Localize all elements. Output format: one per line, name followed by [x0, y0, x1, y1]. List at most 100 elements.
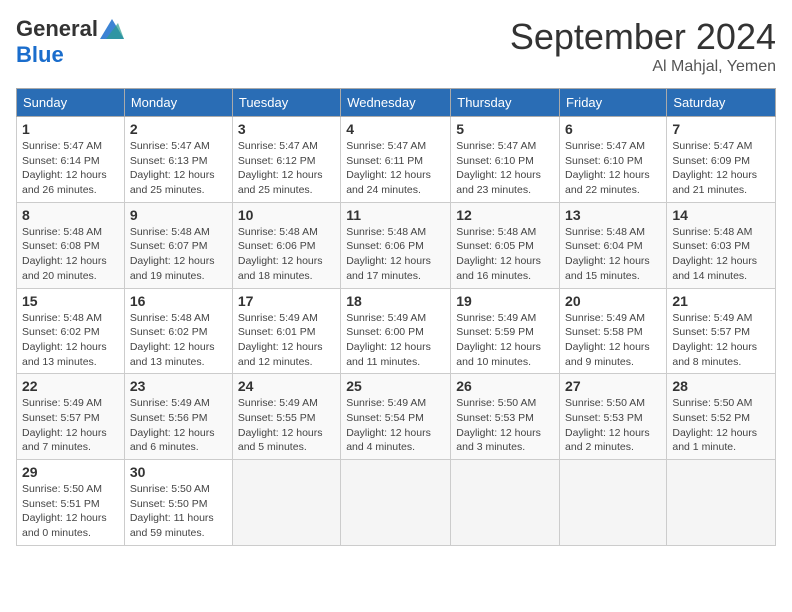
daylight: Daylight: 12 hours and 5 minutes.	[238, 427, 323, 454]
calendar-week-row: 22 Sunrise: 5:49 AM Sunset: 5:57 PM Dayl…	[17, 374, 776, 460]
day-info: Sunrise: 5:47 AM Sunset: 6:13 PM Dayligh…	[130, 139, 227, 198]
day-info: Sunrise: 5:47 AM Sunset: 6:14 PM Dayligh…	[22, 139, 119, 198]
daylight: Daylight: 12 hours and 25 minutes.	[238, 169, 323, 196]
sunrise: Sunrise: 5:49 AM	[238, 312, 318, 324]
sunset: Sunset: 5:57 PM	[672, 326, 750, 338]
col-thursday: Thursday	[451, 89, 560, 117]
sunrise: Sunrise: 5:49 AM	[565, 312, 645, 324]
table-row: 21 Sunrise: 5:49 AM Sunset: 5:57 PM Dayl…	[667, 288, 776, 374]
table-row: 11 Sunrise: 5:48 AM Sunset: 6:06 PM Dayl…	[341, 202, 451, 288]
day-info: Sunrise: 5:48 AM Sunset: 6:07 PM Dayligh…	[130, 225, 227, 284]
day-number: 14	[672, 207, 770, 223]
col-sunday: Sunday	[17, 89, 125, 117]
day-info: Sunrise: 5:49 AM Sunset: 6:00 PM Dayligh…	[346, 311, 445, 370]
logo-blue: Blue	[16, 42, 64, 68]
table-row: 2 Sunrise: 5:47 AM Sunset: 6:13 PM Dayli…	[124, 117, 232, 203]
day-number: 26	[456, 378, 554, 394]
day-info: Sunrise: 5:49 AM Sunset: 5:56 PM Dayligh…	[130, 396, 227, 455]
sunset: Sunset: 6:02 PM	[22, 326, 100, 338]
sunset: Sunset: 5:59 PM	[456, 326, 534, 338]
day-info: Sunrise: 5:50 AM Sunset: 5:51 PM Dayligh…	[22, 482, 119, 541]
daylight: Daylight: 12 hours and 19 minutes.	[130, 255, 215, 282]
calendar-week-row: 1 Sunrise: 5:47 AM Sunset: 6:14 PM Dayli…	[17, 117, 776, 203]
day-info: Sunrise: 5:47 AM Sunset: 6:10 PM Dayligh…	[565, 139, 661, 198]
table-row: 7 Sunrise: 5:47 AM Sunset: 6:09 PM Dayli…	[667, 117, 776, 203]
day-info: Sunrise: 5:50 AM Sunset: 5:53 PM Dayligh…	[565, 396, 661, 455]
logo-general: General	[16, 16, 98, 42]
col-saturday: Saturday	[667, 89, 776, 117]
table-row: 15 Sunrise: 5:48 AM Sunset: 6:02 PM Dayl…	[17, 288, 125, 374]
sunset: Sunset: 5:52 PM	[672, 412, 750, 424]
day-info: Sunrise: 5:49 AM Sunset: 5:57 PM Dayligh…	[672, 311, 770, 370]
sunrise: Sunrise: 5:49 AM	[346, 397, 426, 409]
day-info: Sunrise: 5:47 AM Sunset: 6:10 PM Dayligh…	[456, 139, 554, 198]
sunrise: Sunrise: 5:47 AM	[346, 140, 426, 152]
sunset: Sunset: 6:07 PM	[130, 240, 208, 252]
sunset: Sunset: 6:04 PM	[565, 240, 643, 252]
daylight: Daylight: 12 hours and 17 minutes.	[346, 255, 431, 282]
sunset: Sunset: 6:12 PM	[238, 155, 316, 167]
table-row: 29 Sunrise: 5:50 AM Sunset: 5:51 PM Dayl…	[17, 460, 125, 546]
sunrise: Sunrise: 5:49 AM	[130, 397, 210, 409]
sunset: Sunset: 6:00 PM	[346, 326, 424, 338]
sunset: Sunset: 5:54 PM	[346, 412, 424, 424]
day-info: Sunrise: 5:48 AM Sunset: 6:02 PM Dayligh…	[22, 311, 119, 370]
sunset: Sunset: 5:50 PM	[130, 498, 208, 510]
day-info: Sunrise: 5:50 AM Sunset: 5:52 PM Dayligh…	[672, 396, 770, 455]
table-row: 13 Sunrise: 5:48 AM Sunset: 6:04 PM Dayl…	[560, 202, 667, 288]
day-number: 21	[672, 293, 770, 309]
sunrise: Sunrise: 5:48 AM	[22, 226, 102, 238]
day-info: Sunrise: 5:47 AM Sunset: 6:11 PM Dayligh…	[346, 139, 445, 198]
sunrise: Sunrise: 5:50 AM	[130, 483, 210, 495]
sunrise: Sunrise: 5:48 AM	[565, 226, 645, 238]
daylight: Daylight: 12 hours and 1 minute.	[672, 427, 757, 454]
table-row: 9 Sunrise: 5:48 AM Sunset: 6:07 PM Dayli…	[124, 202, 232, 288]
month-title: September 2024	[510, 16, 776, 58]
sunrise: Sunrise: 5:48 AM	[22, 312, 102, 324]
daylight: Daylight: 12 hours and 9 minutes.	[565, 341, 650, 368]
daylight: Daylight: 12 hours and 2 minutes.	[565, 427, 650, 454]
daylight: Daylight: 12 hours and 22 minutes.	[565, 169, 650, 196]
daylight: Daylight: 12 hours and 0 minutes.	[22, 512, 107, 539]
table-row	[667, 460, 776, 546]
col-wednesday: Wednesday	[341, 89, 451, 117]
day-number: 30	[130, 464, 227, 480]
daylight: Daylight: 12 hours and 4 minutes.	[346, 427, 431, 454]
table-row: 8 Sunrise: 5:48 AM Sunset: 6:08 PM Dayli…	[17, 202, 125, 288]
table-row: 17 Sunrise: 5:49 AM Sunset: 6:01 PM Dayl…	[232, 288, 340, 374]
table-row: 26 Sunrise: 5:50 AM Sunset: 5:53 PM Dayl…	[451, 374, 560, 460]
day-number: 12	[456, 207, 554, 223]
day-number: 27	[565, 378, 661, 394]
day-info: Sunrise: 5:49 AM Sunset: 5:54 PM Dayligh…	[346, 396, 445, 455]
day-number: 5	[456, 121, 554, 137]
table-row	[341, 460, 451, 546]
col-friday: Friday	[560, 89, 667, 117]
day-number: 13	[565, 207, 661, 223]
day-info: Sunrise: 5:49 AM Sunset: 5:55 PM Dayligh…	[238, 396, 335, 455]
day-number: 6	[565, 121, 661, 137]
day-number: 19	[456, 293, 554, 309]
sunrise: Sunrise: 5:48 AM	[130, 312, 210, 324]
table-row: 16 Sunrise: 5:48 AM Sunset: 6:02 PM Dayl…	[124, 288, 232, 374]
sunrise: Sunrise: 5:48 AM	[456, 226, 536, 238]
sunset: Sunset: 5:51 PM	[22, 498, 100, 510]
table-row: 10 Sunrise: 5:48 AM Sunset: 6:06 PM Dayl…	[232, 202, 340, 288]
table-row: 1 Sunrise: 5:47 AM Sunset: 6:14 PM Dayli…	[17, 117, 125, 203]
day-number: 4	[346, 121, 445, 137]
daylight: Daylight: 12 hours and 23 minutes.	[456, 169, 541, 196]
sunrise: Sunrise: 5:48 AM	[238, 226, 318, 238]
table-row: 22 Sunrise: 5:49 AM Sunset: 5:57 PM Dayl…	[17, 374, 125, 460]
day-number: 22	[22, 378, 119, 394]
daylight: Daylight: 12 hours and 7 minutes.	[22, 427, 107, 454]
sunset: Sunset: 5:55 PM	[238, 412, 316, 424]
day-info: Sunrise: 5:48 AM Sunset: 6:02 PM Dayligh…	[130, 311, 227, 370]
logo-icon	[100, 19, 124, 39]
title-block: September 2024 Al Mahjal, Yemen	[510, 16, 776, 76]
table-row: 30 Sunrise: 5:50 AM Sunset: 5:50 PM Dayl…	[124, 460, 232, 546]
table-row: 6 Sunrise: 5:47 AM Sunset: 6:10 PM Dayli…	[560, 117, 667, 203]
day-number: 1	[22, 121, 119, 137]
sunrise: Sunrise: 5:50 AM	[565, 397, 645, 409]
col-monday: Monday	[124, 89, 232, 117]
sunset: Sunset: 5:58 PM	[565, 326, 643, 338]
day-info: Sunrise: 5:50 AM Sunset: 5:50 PM Dayligh…	[130, 482, 227, 541]
